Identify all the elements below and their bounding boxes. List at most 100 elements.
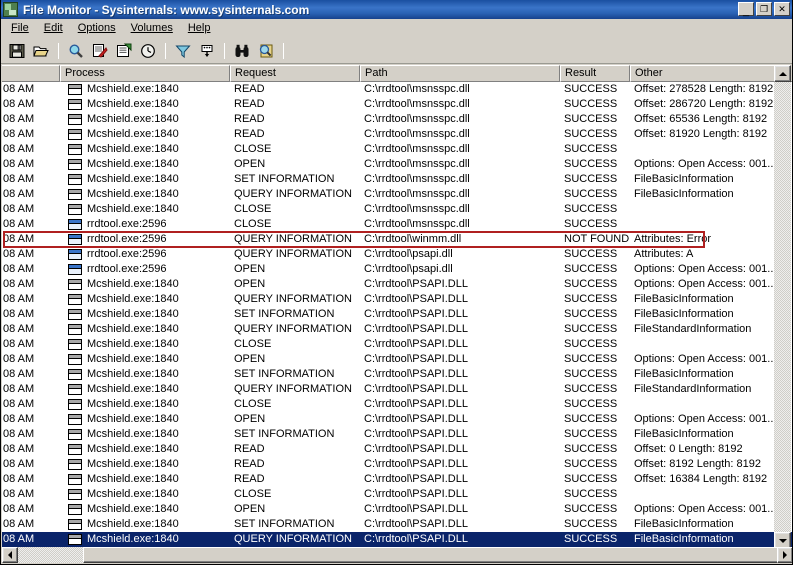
column-headers: Process Request Path Result Other — [2, 65, 792, 82]
process-window-blue-icon — [68, 219, 82, 230]
column-header-path[interactable]: Path — [360, 65, 560, 82]
column-header-process[interactable]: Process — [60, 65, 230, 82]
close-button[interactable]: ✕ — [774, 2, 790, 16]
cell-process: rrdtool.exe:2596 — [60, 232, 230, 247]
process-window-icon — [68, 504, 82, 515]
vertical-scroll-track[interactable] — [774, 82, 791, 532]
process-label: Mcshield.exe:1840 — [87, 278, 179, 290]
cell-path: C:\rrdtool\PSAPI.DLL — [364, 308, 468, 320]
autoscroll-button[interactable] — [112, 40, 135, 62]
horizontal-scroll-track[interactable] — [18, 547, 792, 563]
column-header-time[interactable] — [2, 65, 60, 82]
table-row[interactable]: 08 AM Mcshield.exe:1840 READ C:\rrdtool\msn… — [2, 112, 792, 127]
table-row[interactable]: 08 AM Mcshield.exe:1840 QUERY INFORMATION C… — [2, 382, 792, 397]
table-row[interactable]: 08 AM Mcshield.exe:1840 OPEN C:\rrdtool\PSA… — [2, 412, 792, 427]
cell-other: FileStandardInformation — [634, 323, 752, 335]
menu-volumes-label: Volumes — [130, 22, 173, 34]
cell-request: QUERY INFORMATION — [234, 293, 352, 305]
time-button[interactable] — [136, 40, 159, 62]
save-button[interactable] — [5, 40, 28, 62]
column-header-result[interactable]: Result — [560, 65, 630, 82]
table-row[interactable]: 08 AM Mcshield.exe:1840 OPEN C:\rrdtool\PSA… — [2, 277, 792, 292]
column-header-other[interactable]: Other — [630, 65, 780, 82]
cell-request: READ — [234, 458, 265, 470]
process-label: rrdtool.exe:2596 — [87, 218, 167, 230]
table-row[interactable]: 08 AM Mcshield.exe:1840 READ C:\rrdtool\PSA… — [2, 457, 792, 472]
table-row[interactable]: 08 AM Mcshield.exe:1840 CLOSE C:\rrdtool\PS… — [2, 397, 792, 412]
open-folder-icon — [32, 46, 49, 56]
menu-item-options[interactable]: Options — [71, 20, 124, 36]
table-row[interactable]: 08 AM Mcshield.exe:1840 QUERY INFORMATION C… — [2, 532, 792, 547]
process-label: Mcshield.exe:1840 — [87, 398, 179, 410]
table-row[interactable]: 08 AM Mcshield.exe:1840 READ C:\rrdtool\PSA… — [2, 442, 792, 457]
table-row[interactable]: 08 AM Mcshield.exe:1840 CLOSE C:\rrdtool\PS… — [2, 487, 792, 502]
cell-process: Mcshield.exe:1840 — [60, 457, 230, 472]
table-row[interactable]: 08 AM Mcshield.exe:1840 SET INFORMATION C:\… — [2, 307, 792, 322]
menu-item-file[interactable]: File — [4, 20, 37, 36]
table-row[interactable]: 08 AM Mcshield.exe:1840 READ C:\rrdtool\msn… — [2, 82, 792, 97]
cell-time: 08 AM — [3, 188, 35, 200]
table-row[interactable]: 08 AM Mcshield.exe:1840 CLOSE C:\rrdtool\PS… — [2, 337, 792, 352]
jump-button[interactable] — [254, 40, 277, 62]
table-row[interactable]: 08 AM rrdtool.exe:2596 QUERY INFORMATION C:… — [2, 247, 792, 262]
minimize-button[interactable]: _ — [738, 2, 754, 17]
cell-other — [630, 217, 780, 232]
table-row[interactable]: 08 AM rrdtool.exe:2596 QUERY INFORMATION C:… — [2, 232, 792, 247]
table-row[interactable]: 08 AM Mcshield.exe:1840 CLOSE C:\rrdtool\ms… — [2, 202, 792, 217]
process-window-icon — [68, 444, 82, 455]
cell-result: SUCCESS — [564, 338, 618, 350]
process-window-icon — [68, 189, 82, 200]
menu-item-help[interactable]: Help — [181, 20, 219, 36]
table-row[interactable]: 08 AM rrdtool.exe:2596 OPEN C:\rrdtool\psap… — [2, 262, 792, 277]
table-row[interactable]: 08 AM Mcshield.exe:1840 OPEN C:\rrdtool\PSA… — [2, 502, 792, 517]
cell-path: C:\rrdtool\PSAPI.DLL — [364, 443, 468, 455]
table-row[interactable]: 08 AM Mcshield.exe:1840 READ C:\rrdtool\msn… — [2, 97, 792, 112]
table-row[interactable]: 08 AM Mcshield.exe:1840 SET INFORMATION C:\… — [2, 367, 792, 382]
table-row[interactable]: 08 AM Mcshield.exe:1840 SET INFORMATION C:\… — [2, 427, 792, 442]
column-header-request[interactable]: Request — [230, 65, 360, 82]
find-button[interactable] — [230, 40, 253, 62]
table-row[interactable]: 08 AM Mcshield.exe:1840 OPEN C:\rrdtool\PSA… — [2, 352, 792, 367]
cell-request: SET INFORMATION — [234, 308, 335, 320]
clear-button[interactable] — [88, 40, 111, 62]
clear-list-icon — [92, 43, 108, 58]
cell-result: SUCCESS — [564, 128, 618, 140]
cell-request: SET INFORMATION — [234, 518, 335, 530]
cell-request: SET INFORMATION — [234, 428, 335, 440]
cell-process: Mcshield.exe:1840 — [60, 277, 230, 292]
process-label: Mcshield.exe:1840 — [87, 428, 179, 440]
highlight-button[interactable] — [195, 40, 218, 62]
cell-process: Mcshield.exe:1840 — [60, 412, 230, 427]
cell-result: SUCCESS — [564, 113, 618, 125]
table-row[interactable]: 08 AM Mcshield.exe:1840 READ C:\rrdtool\PSA… — [2, 472, 792, 487]
scroll-left-button[interactable] — [2, 547, 18, 563]
table-row[interactable]: 08 AM Mcshield.exe:1840 CLOSE C:\rrdtool\ms… — [2, 142, 792, 157]
vertical-scrollbar[interactable] — [774, 65, 791, 549]
process-window-blue-icon — [68, 264, 82, 275]
horizontal-scrollbar[interactable] — [2, 547, 792, 563]
menu-item-edit[interactable]: Edit — [37, 20, 71, 36]
table-row[interactable]: 08 AM rrdtool.exe:2596 CLOSE C:\rrdtool\msn… — [2, 217, 792, 232]
table-row[interactable]: 08 AM Mcshield.exe:1840 QUERY INFORMATION C… — [2, 292, 792, 307]
capture-button[interactable] — [64, 40, 87, 62]
scroll-right-button[interactable] — [777, 547, 792, 563]
scroll-down-arrow-icon — [778, 538, 787, 543]
scroll-up-button[interactable] — [774, 65, 791, 82]
open-button[interactable] — [29, 40, 52, 62]
minimize-icon: _ — [742, 5, 750, 17]
cell-process: rrdtool.exe:2596 — [60, 262, 230, 277]
toolbar-separator — [224, 42, 225, 59]
horizontal-scroll-thumb[interactable] — [83, 547, 792, 563]
table-row[interactable]: 08 AM Mcshield.exe:1840 QUERY INFORMATION C… — [2, 322, 792, 337]
menu-item-volumes[interactable]: Volumes — [124, 20, 181, 36]
table-row[interactable]: 08 AM Mcshield.exe:1840 READ C:\rrdtool\msn… — [2, 127, 792, 142]
filter-button[interactable] — [171, 40, 194, 62]
table-row[interactable]: 08 AM Mcshield.exe:1840 QUERY INFORMATION C… — [2, 187, 792, 202]
maximize-button[interactable]: ❐ — [756, 2, 772, 16]
table-row[interactable]: 08 AM Mcshield.exe:1840 OPEN C:\rrdtool\msn… — [2, 157, 792, 172]
cell-path: C:\rrdtool\PSAPI.DLL — [364, 353, 468, 365]
cell-path: C:\rrdtool\PSAPI.DLL — [364, 338, 468, 350]
cell-time: 08 AM — [3, 533, 35, 545]
table-row[interactable]: 08 AM Mcshield.exe:1840 SET INFORMATION C:\… — [2, 517, 792, 532]
table-row[interactable]: 08 AM Mcshield.exe:1840 SET INFORMATION C:\… — [2, 172, 792, 187]
